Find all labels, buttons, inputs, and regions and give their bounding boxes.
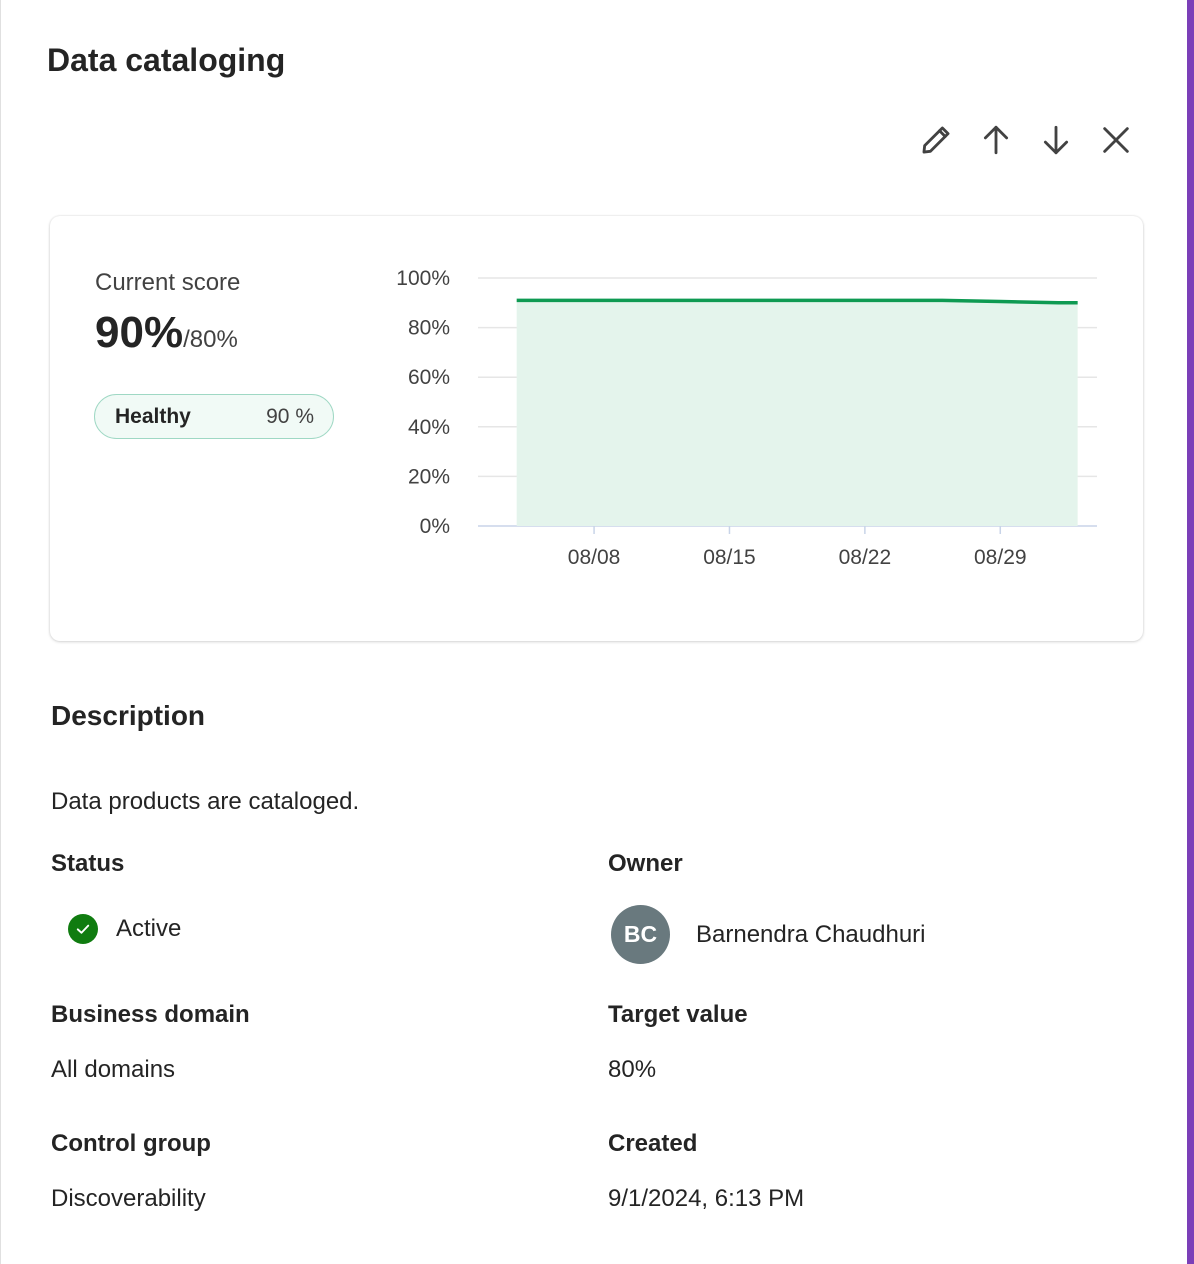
status-label: Status <box>51 850 125 877</box>
close-icon <box>1103 127 1129 153</box>
y-tick-label: 60% <box>408 366 450 389</box>
x-tick-label: 08/15 <box>703 546 756 569</box>
arrow-down-icon <box>1043 125 1069 155</box>
y-tick-label: 40% <box>408 416 450 439</box>
y-tick-label: 0% <box>420 515 450 538</box>
close-button[interactable] <box>1091 112 1141 168</box>
target-value-value: 80% <box>608 1056 657 1083</box>
x-tick-label: 08/08 <box>568 546 621 569</box>
accent-bar <box>1187 0 1194 1264</box>
description-text: Data products are cataloged. <box>51 788 360 815</box>
status-value: Active <box>68 914 181 944</box>
owner-name: Barnendra Chaudhuri <box>696 920 926 948</box>
description-heading: Description <box>51 700 206 731</box>
pencil-icon <box>922 126 950 154</box>
score-card: Current score 90%/80% Healthy 90 % 0% 20%… <box>50 216 1143 641</box>
x-tick-label: 08/29 <box>974 546 1027 569</box>
y-tick-label: 80% <box>408 317 450 340</box>
details-panel: Data cataloging Current score 90%/80% He… <box>0 0 1187 1264</box>
status-text: Active <box>116 915 182 942</box>
business-domain-label: Business domain <box>51 1001 250 1028</box>
avatar: BC <box>611 905 670 964</box>
created-value: 9/1/2024, 6:13 PM <box>608 1185 805 1212</box>
series-area <box>516 300 1078 526</box>
x-tick-label: 08/22 <box>839 546 892 569</box>
y-tick-label: 20% <box>408 465 450 488</box>
owner-value[interactable]: BC Barnendra Chaudhuri <box>611 905 926 964</box>
score-trend-chart: 0% 20% 40% 60% 80% 100% 08/08 08/15 08/22 08/29 <box>396 267 1097 569</box>
move-up-button[interactable] <box>971 112 1021 168</box>
owner-label: Owner <box>608 850 683 877</box>
created-label: Created <box>608 1130 698 1157</box>
panel-toolbar <box>911 112 1141 168</box>
target-value-label: Target value <box>608 1001 748 1028</box>
edit-button[interactable] <box>911 112 961 168</box>
panel-title: Data cataloging <box>47 42 286 78</box>
control-group-label: Control group <box>51 1130 211 1157</box>
control-group-value: Discoverability <box>51 1185 206 1212</box>
arrow-up-icon <box>983 125 1009 155</box>
check-circle-icon <box>68 914 98 944</box>
move-down-button[interactable] <box>1031 112 1081 168</box>
business-domain-value: All domains <box>51 1056 176 1083</box>
y-tick-label: 100% <box>396 267 450 290</box>
